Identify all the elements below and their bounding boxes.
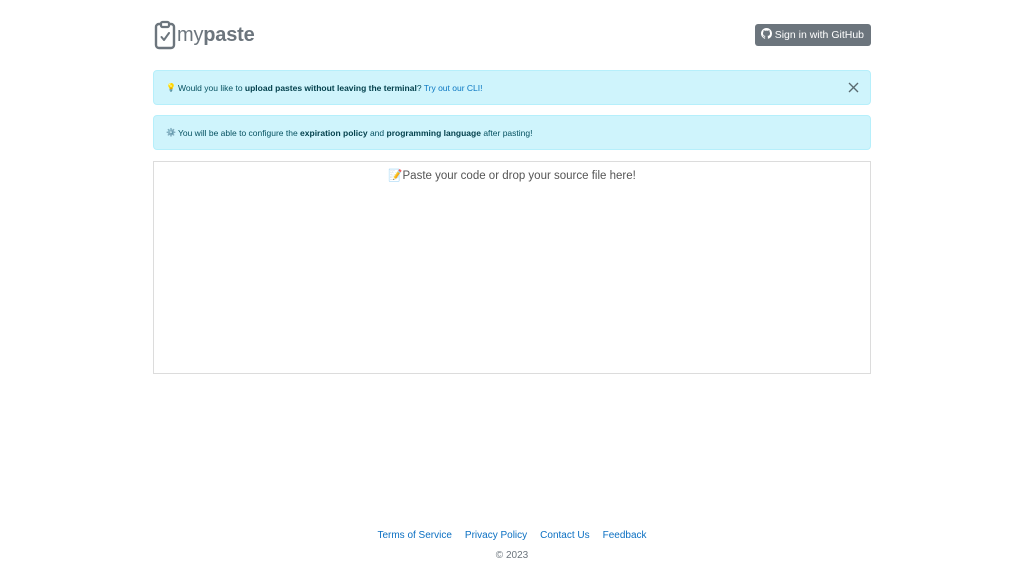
alert-text-part: Would you like to — [177, 82, 245, 93]
sign-in-github-button[interactable]: Sign in with GitHub — [754, 24, 871, 46]
close-icon[interactable] — [847, 81, 860, 94]
cli-link[interactable]: Try out our CLI! — [424, 83, 483, 93]
contact-us-link[interactable]: Contact Us — [540, 530, 589, 541]
sign-in-label: Sign in with GitHub — [774, 29, 864, 41]
alert-text: You will be able to configure the expira… — [178, 128, 533, 138]
gear-icon: ⚙️ — [166, 128, 176, 137]
footer: Terms of Service Privacy Policy Contact … — [0, 530, 1024, 561]
terms-of-service-link[interactable]: Terms of Service — [377, 530, 451, 541]
alert-bold-text: upload pastes without leaving the termin… — [244, 82, 417, 93]
paste-placeholder-text: Paste your code or drop your source file… — [402, 170, 636, 182]
header: mypaste Sign in with GitHub — [153, 18, 871, 52]
alert-text-part: You will be able to configure the — [177, 127, 301, 138]
copyright: © 2023 — [495, 550, 529, 561]
logo-text-light: my — [177, 23, 204, 46]
alert-bold-text: programming language — [386, 127, 481, 138]
paste-dropzone[interactable]: 📝Paste your code or drop your source fil… — [153, 161, 871, 374]
clipboard-check-icon — [153, 20, 177, 50]
alert-text-part: ? — [416, 82, 424, 93]
alert-text-part: after pasting! — [480, 127, 533, 138]
privacy-policy-link[interactable]: Privacy Policy — [465, 530, 527, 541]
paste-placeholder: 📝Paste your code or drop your source fil… — [154, 168, 870, 182]
alert-text-part: and — [367, 127, 387, 138]
github-icon — [760, 28, 772, 42]
logo-text-bold: paste — [203, 23, 255, 46]
logo[interactable]: mypaste — [153, 20, 255, 50]
config-info-alert: ⚙️ You will be able to configure the exp… — [153, 115, 871, 150]
logo-text: mypaste — [177, 24, 255, 47]
memo-icon: 📝 — [388, 170, 403, 182]
alert-text: Would you like to upload pastes without … — [178, 83, 483, 93]
cli-info-alert: 💡 Would you like to upload pastes withou… — [153, 70, 871, 105]
footer-links: Terms of Service Privacy Policy Contact … — [0, 530, 1024, 541]
feedback-link[interactable]: Feedback — [603, 530, 647, 541]
lightbulb-icon: 💡 — [166, 83, 176, 92]
alert-bold-text: expiration policy — [300, 127, 368, 138]
